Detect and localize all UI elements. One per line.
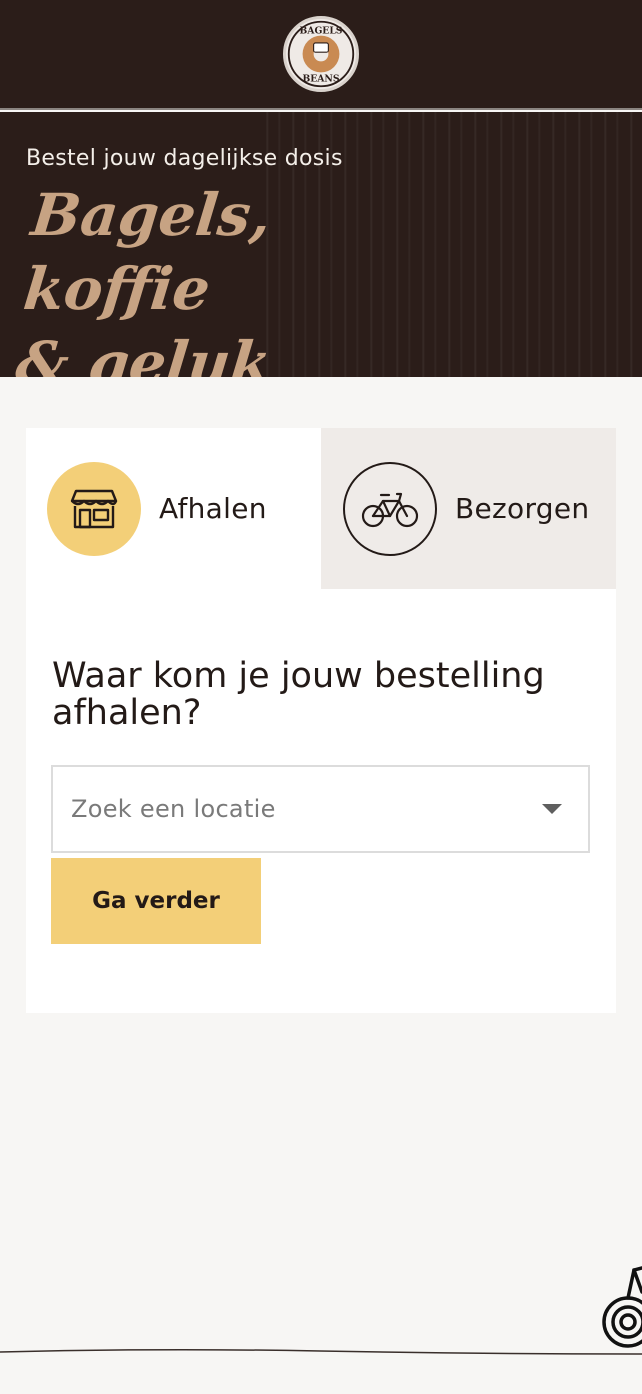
location-select[interactable]: Zoek een locatie bbox=[51, 765, 590, 853]
tab-delivery-label: Bezorgen bbox=[455, 492, 590, 525]
pickup-question-heading: Waar kom je jouw bestelling afhalen? bbox=[52, 656, 545, 733]
hero-title: Bagels, koffie & geluk bbox=[12, 178, 415, 377]
storefront-icon bbox=[47, 461, 141, 556]
hero-title-line1: Bagels, koffie bbox=[20, 181, 275, 323]
tab-pickup-label: Afhalen bbox=[159, 492, 267, 525]
continue-button[interactable]: Ga verder bbox=[51, 858, 261, 944]
bicycle-icon bbox=[343, 461, 437, 556]
corner-bicycle-icon bbox=[602, 1266, 642, 1348]
bottom-divider-line bbox=[0, 1348, 642, 1355]
logo-text-top: BAGELS bbox=[300, 26, 343, 37]
location-select-placeholder: Zoek een locatie bbox=[71, 795, 276, 823]
bagels-beans-logo[interactable]: BAGELS BEANS bbox=[283, 16, 359, 92]
logo-text-bottom: BEANS bbox=[303, 74, 340, 85]
hero-banner: Bestel jouw dagelijkse dosis Bagels, kof… bbox=[0, 112, 642, 377]
chevron-down-icon bbox=[542, 804, 562, 814]
top-header: BAGELS BEANS bbox=[0, 0, 642, 110]
tab-pickup[interactable]: Afhalen bbox=[26, 428, 321, 589]
tab-delivery[interactable]: Bezorgen bbox=[321, 428, 616, 589]
order-card: Afhalen Bezorgen Waar kom je jouw bestel… bbox=[26, 428, 616, 1013]
hero-subtitle: Bestel jouw dagelijkse dosis bbox=[26, 146, 343, 171]
hero-title-line2: & geluk bbox=[12, 329, 275, 377]
